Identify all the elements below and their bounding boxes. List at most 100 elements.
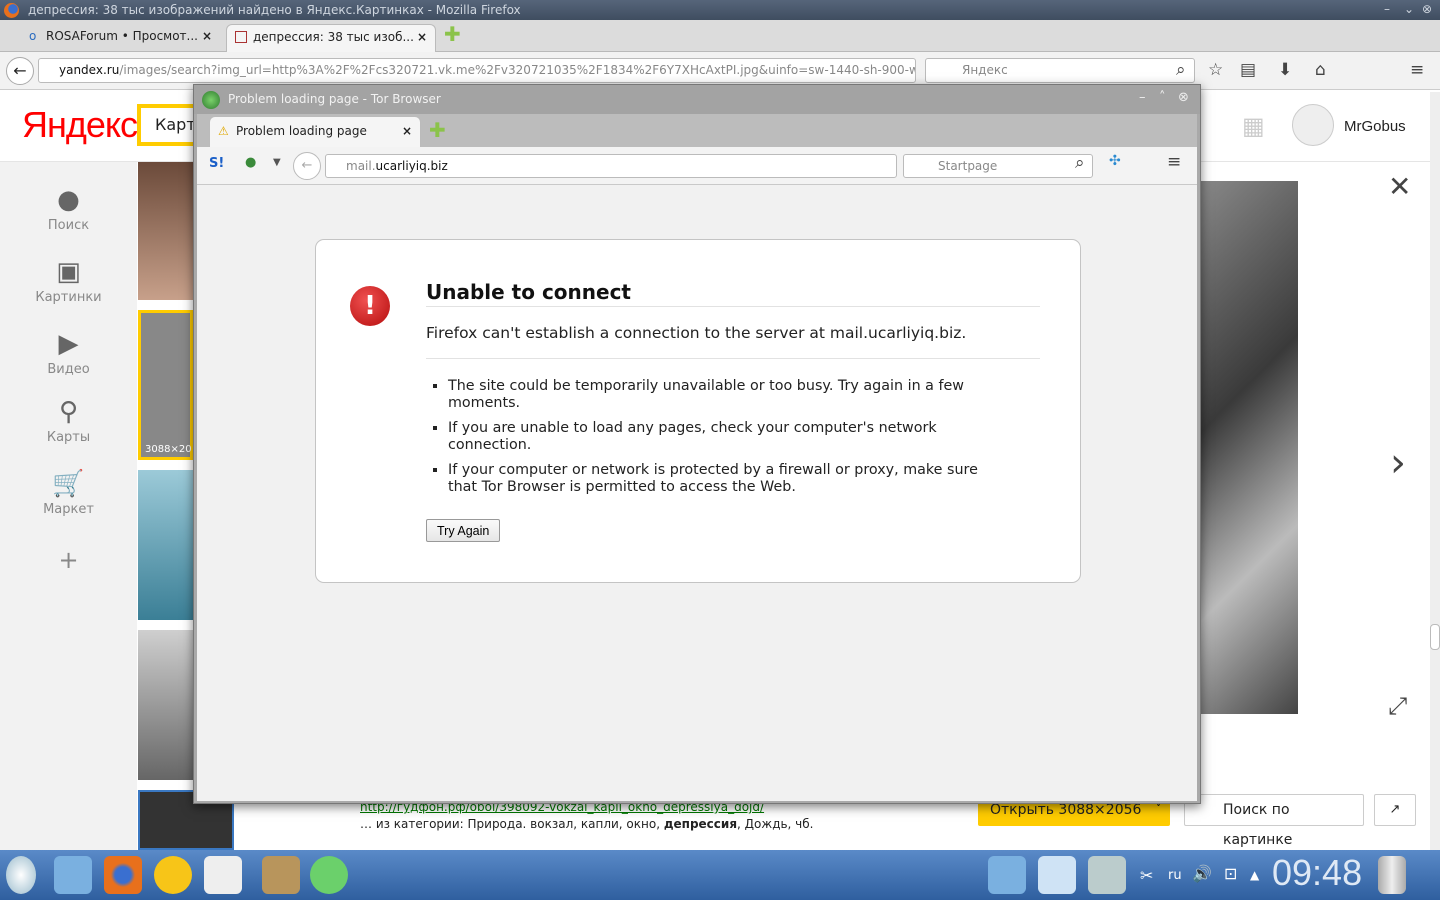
share-icon: ↗ — [1389, 802, 1401, 817]
minimize-icon[interactable]: – — [1384, 2, 1390, 16]
scrollbar[interactable] — [1430, 92, 1440, 850]
volume-icon[interactable]: 🔊 — [1192, 864, 1212, 883]
network-icon[interactable]: ⊡ — [1224, 864, 1237, 883]
url-input[interactable]: mail.ucarliyiq.biz — [325, 154, 897, 178]
source-info: http://гудфон.рф/oboi/398092-vokzal_kapl… — [360, 800, 814, 831]
download-icon[interactable]: ⬇ — [1278, 60, 1292, 80]
try-again-button[interactable]: Try Again — [426, 519, 501, 542]
chat-icon[interactable] — [154, 856, 192, 894]
tor-title-bar: Problem loading page - Tor Browser — [194, 85, 1200, 114]
back-button[interactable]: ← — [293, 152, 321, 180]
yandex-sidebar: ● Поиск ▣ Картинки ▶ Видео ⚲ Карты 🛒 Маркет + — [0, 162, 137, 850]
search-icon[interactable]: ⌕ — [1075, 153, 1085, 173]
cart-icon: 🛒 — [52, 469, 85, 499]
window-title-bar: депрессия: 38 тыс изображений найдено в … — [0, 0, 1440, 20]
tor-onion-icon[interactable]: ● — [245, 155, 256, 170]
error-panel: ! Unable to connect Firefox can't establ… — [315, 239, 1081, 583]
tab-bar: o ROSAForum • Просмот... × депрессия: 38 т… — [0, 20, 1440, 52]
sidebar-item-search[interactable]: ● Поиск — [0, 186, 137, 233]
mail-icon[interactable] — [204, 856, 242, 894]
firefox-icon — [4, 3, 19, 18]
sidebar-add[interactable]: + — [0, 546, 137, 574]
minimize-icon[interactable]: – — [1139, 90, 1146, 105]
image-icon: ▣ — [56, 257, 81, 287]
tor-browser-window: Problem loading page - Tor Browser – ˄ ⊗… — [193, 84, 1201, 804]
tor-globe-icon — [202, 91, 220, 109]
sidebar-item-market[interactable]: 🛒 Маркет — [0, 470, 137, 517]
thumbnail[interactable] — [138, 630, 193, 780]
suggestion-item: If your computer or network is protected… — [448, 462, 1004, 496]
bookmark-star-icon[interactable]: ☆ — [1208, 60, 1223, 80]
settings-icon[interactable] — [1088, 856, 1126, 894]
suggestion-item: If you are unable to load any pages, che… — [448, 420, 1004, 454]
downloads-folder-icon[interactable] — [988, 856, 1026, 894]
error-title: Unable to connect — [426, 280, 1040, 307]
warning-icon: ⚠ — [218, 124, 229, 138]
tor-nav-bar: S! ● ▼ ← mail.ucarliyiq.biz Startpage ⌕ … — [197, 147, 1197, 185]
tab-rosaforum[interactable]: o ROSAForum • Просмот... × — [20, 24, 220, 52]
sidebar-item-video[interactable]: ▶ Видео — [0, 330, 137, 377]
fullscreen-icon[interactable]: ⤢ — [1388, 692, 1407, 720]
thumbnail[interactable] — [138, 162, 193, 300]
firefox-icon[interactable] — [104, 856, 142, 894]
search-input[interactable]: Яндекс — [925, 58, 1195, 83]
menu-icon[interactable]: ≡ — [1410, 60, 1424, 80]
onion-dropdown-icon[interactable]: ▼ — [273, 157, 281, 168]
close-icon[interactable]: ⊗ — [1178, 90, 1189, 105]
thumbnail-selected[interactable]: 3088×20 — [138, 310, 193, 460]
new-tab-icon[interactable]: ✚ — [429, 118, 446, 142]
plus-icon: + — [58, 546, 79, 574]
search-by-image-button[interactable]: Поиск по картинке — [1184, 794, 1364, 848]
tor-content: ! Unable to connect Firefox can't establ… — [197, 185, 1197, 801]
error-icon: ! — [350, 286, 390, 326]
maximize-icon[interactable]: ˄ — [1159, 90, 1166, 105]
next-arrow-icon[interactable]: › — [1390, 440, 1406, 486]
search-icon[interactable]: ⌕ — [1176, 60, 1186, 80]
startpage-s-icon[interactable]: S! — [209, 156, 224, 171]
close-icon[interactable]: ⊗ — [1422, 2, 1432, 16]
new-tab-icon[interactable]: ✚ — [444, 22, 461, 46]
maximize-icon[interactable]: ⌄ — [1404, 2, 1414, 16]
search-input[interactable]: Startpage — [903, 154, 1093, 178]
reading-list-icon[interactable]: ▤ — [1240, 60, 1256, 80]
tab-label: депрессия: 38 тыс изоб... — [253, 30, 414, 44]
avatar[interactable] — [1292, 104, 1334, 146]
tray-expand-icon[interactable]: ▲ — [1250, 868, 1259, 882]
close-tab-icon[interactable]: × — [417, 25, 427, 49]
keyboard-layout[interactable]: ru — [1168, 868, 1182, 883]
trash-icon[interactable] — [1378, 856, 1406, 894]
clock[interactable]: 09:48 — [1272, 852, 1362, 894]
url-input[interactable]: yandex.ru/images/search?img_url=http%3A%… — [38, 58, 916, 83]
file-manager-icon[interactable] — [54, 856, 92, 894]
preview-image[interactable] — [1200, 181, 1298, 714]
image-icon — [235, 31, 247, 43]
sidebar-item-images[interactable]: ▣ Картинки — [0, 258, 137, 305]
menu-icon[interactable]: ≡ — [1167, 152, 1181, 172]
home-icon[interactable]: ⌂ — [1315, 60, 1326, 80]
username[interactable]: MrGobus — [1344, 118, 1406, 135]
share-button[interactable]: ↗ — [1374, 794, 1416, 826]
close-tab-icon[interactable]: × — [202, 24, 212, 48]
noscript-icon[interactable]: ✣ — [1109, 153, 1121, 169]
package-manager-icon[interactable] — [262, 856, 300, 894]
scissors-icon[interactable]: ✂ — [1140, 866, 1153, 885]
tor-browser-icon[interactable] — [310, 856, 348, 894]
yandex-logo[interactable]: Яндекс — [22, 104, 138, 146]
error-suggestions: The site could be temporarily unavailabl… — [434, 378, 1004, 504]
tab-label: ROSAForum • Просмот... — [46, 29, 198, 43]
apps-grid-icon[interactable]: ▦ — [1242, 112, 1265, 140]
tab-problem-loading[interactable]: ⚠ Problem loading page × — [209, 116, 421, 147]
window-title: депрессия: 38 тыс изображений найдено в … — [28, 3, 521, 17]
suggestion-item: The site could be temporarily unavailabl… — [448, 378, 1004, 412]
sidebar-item-maps[interactable]: ⚲ Карты — [0, 398, 137, 445]
start-menu-icon[interactable] — [6, 856, 36, 894]
back-button[interactable]: ← — [6, 57, 34, 85]
desktop-switcher-icon[interactable] — [1038, 856, 1076, 894]
search-icon: ● — [57, 185, 80, 215]
close-tab-icon[interactable]: × — [402, 117, 412, 145]
error-description: Firefox can't establish a connection to … — [426, 324, 1040, 359]
close-icon[interactable]: ✕ — [1388, 170, 1411, 203]
tab-yandex-images[interactable]: депрессия: 38 тыс изоб... × — [226, 24, 436, 52]
thumbnail[interactable] — [138, 470, 193, 620]
video-icon: ▶ — [58, 329, 79, 359]
